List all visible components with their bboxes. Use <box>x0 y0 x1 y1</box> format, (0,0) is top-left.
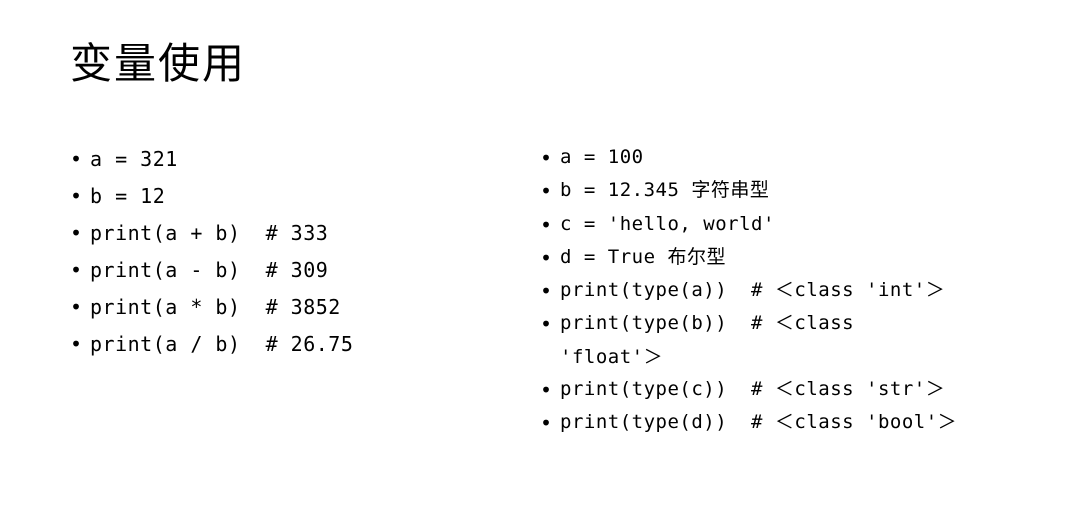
code-line: b = 12 <box>70 178 490 215</box>
content-columns: a = 321 b = 12 print(a + b) # 333 print(… <box>70 141 1010 439</box>
slide-title: 变量使用 <box>70 30 1010 91</box>
right-list-continued: print(type(c)) # ＜class 'str'＞ print(typ… <box>540 373 1010 440</box>
code-line: print(type(a)) # ＜class 'int'＞ <box>540 274 1010 307</box>
right-list: a = 100 b = 12.345 字符串型 c = 'hello, worl… <box>540 141 1010 341</box>
code-line: print(type(c)) # ＜class 'str'＞ <box>540 373 1010 406</box>
code-line: print(type(d)) # ＜class 'bool'＞ <box>540 406 1010 439</box>
code-line: b = 12.345 字符串型 <box>540 174 1010 207</box>
code-line-continuation: 'float'＞ <box>540 341 1010 373</box>
code-line: print(a * b) # 3852 <box>70 289 490 326</box>
code-line: a = 100 <box>540 141 1010 174</box>
code-line: d = True 布尔型 <box>540 241 1010 274</box>
code-line: c = 'hello, world' <box>540 208 1010 241</box>
left-list: a = 321 b = 12 print(a + b) # 333 print(… <box>70 141 490 363</box>
code-line: print(a - b) # 309 <box>70 252 490 289</box>
right-column: a = 100 b = 12.345 字符串型 c = 'hello, worl… <box>540 141 1010 439</box>
code-line: print(a / b) # 26.75 <box>70 326 490 363</box>
code-line: print(a + b) # 333 <box>70 215 490 252</box>
code-line: print(type(b)) # ＜class <box>540 307 1010 340</box>
left-column: a = 321 b = 12 print(a + b) # 333 print(… <box>70 141 490 439</box>
code-line: a = 321 <box>70 141 490 178</box>
